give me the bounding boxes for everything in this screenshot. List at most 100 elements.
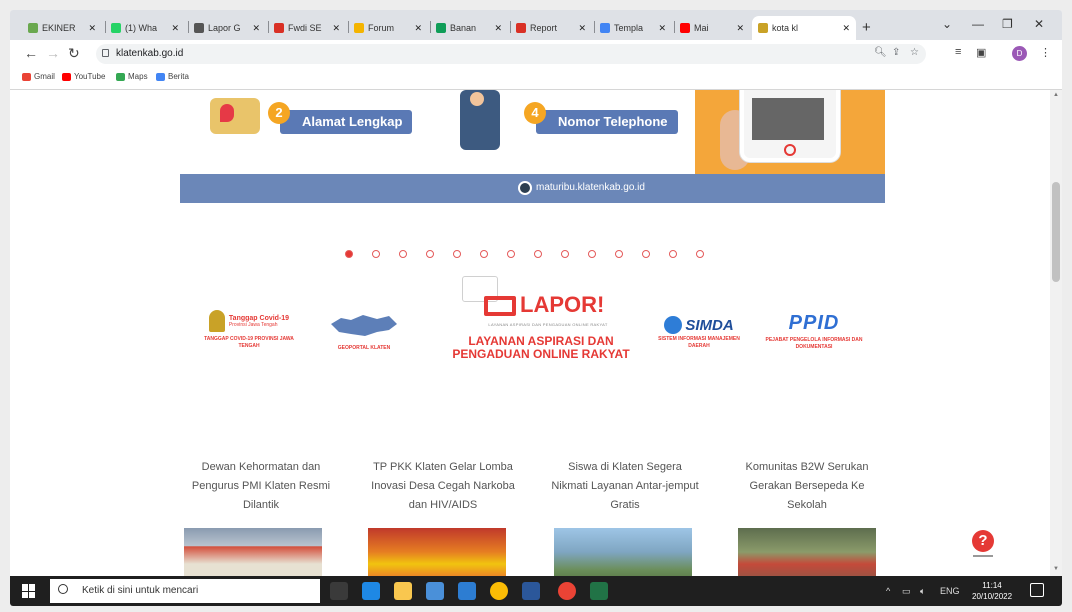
news-item[interactable]: Dewan Kehormatan dan Pengurus PMI Klaten… [186,458,336,515]
bookmark-item[interactable]: Berita [156,72,189,81]
browser-tab[interactable]: Banan ✕ [430,16,508,40]
bookmark-item[interactable]: Gmail [22,72,55,81]
word-icon[interactable] [522,582,540,600]
chrome-icon[interactable] [490,582,508,600]
simda-globe-icon [664,316,683,334]
ppid-wordmark: PPID [788,312,840,334]
carousel-dot[interactable] [588,250,596,258]
carousel-dot[interactable] [696,250,704,258]
news-title[interactable]: Komunitas B2W Serukan Gerakan Bersepeda … [732,458,882,515]
taskbar-search[interactable]: Ketik di sini untuk mencari [50,579,320,603]
tray-chevron-icon[interactable]: ^ [886,586,890,596]
task-view-icon[interactable] [330,582,348,600]
browser-tab[interactable]: Forum ✕ [348,16,428,40]
carousel-dot[interactable] [426,250,434,258]
profile-avatar[interactable]: D [1012,46,1027,61]
news-title[interactable]: Dewan Kehormatan dan Pengurus PMI Klaten… [186,458,336,515]
volume-icon[interactable]: 🔈︎ [920,586,925,597]
browser-tab[interactable]: Report ✕ [510,16,592,40]
browser-tab[interactable]: (1) Wha ✕ [105,16,185,40]
tab-close-icon[interactable]: ✕ [658,23,666,34]
windows-start-icon[interactable] [22,584,36,598]
language-indicator[interactable]: ENG [940,586,960,596]
reload-icon[interactable]: ↻ [68,45,80,62]
news-thumbnail[interactable] [368,528,506,576]
tab-close-icon[interactable]: ✕ [736,23,744,34]
close-window-icon[interactable]: ✕ [1034,17,1044,31]
menu-icon[interactable]: ⋮ [1040,46,1051,59]
tab-close-icon[interactable]: ✕ [414,23,422,34]
news-thumbnail[interactable] [738,528,876,576]
reading-list-icon[interactable]: ≡ [955,46,961,58]
scroll-up-icon[interactable]: ▲ [1053,92,1059,98]
tab-label: Banan [450,23,477,33]
restore-icon[interactable]: ❐ [1002,17,1013,31]
carousel-dot[interactable] [453,250,461,258]
news-title[interactable]: TP PKK Klaten Gelar Lomba Inovasi Desa C… [368,458,518,515]
page-scrollbar[interactable]: ▲ ▼ [1050,90,1062,576]
browser-tab[interactable]: EKINER ✕ [22,16,102,40]
carousel-dot[interactable] [345,250,353,258]
help-button[interactable]: ? [972,530,994,552]
news-thumbnail[interactable] [184,528,322,576]
zoom-icon[interactable]: 🔍︎ [874,47,887,58]
mail-icon[interactable] [458,582,476,600]
forward-icon[interactable]: → [46,45,60,61]
news-item[interactable]: TP PKK Klaten Gelar Lomba Inovasi Desa C… [368,458,518,515]
browser-tab[interactable]: Fwdi SE ✕ [268,16,346,40]
bookmark-item[interactable]: Maps [116,72,148,81]
news-item[interactable]: Siswa di Klaten Segera Nikmati Layanan A… [550,458,700,515]
share-icon[interactable]: ⇪ [892,47,900,58]
covid-logo[interactable]: Tanggap Covid-19 Provinsi Jawa Tengah TA… [196,310,302,350]
address-bar[interactable]: klatenkab.go.id 🔍︎ ⇪ ☆ [96,44,926,64]
carousel-dot[interactable] [615,250,623,258]
browser-tab[interactable]: Mai ✕ [674,16,750,40]
tab-close-icon[interactable]: ✕ [88,23,96,34]
chrome-active-icon[interactable] [558,582,576,600]
minimize-icon[interactable]: — [972,17,984,31]
tab-close-icon[interactable]: ✕ [842,23,850,34]
network-icon[interactable]: ▭ [902,586,911,597]
side-panel-icon[interactable]: ▣ [976,46,986,59]
carousel-dot[interactable] [399,250,407,258]
carousel-dot[interactable] [561,250,569,258]
back-icon[interactable]: ← [24,45,38,61]
carousel-dot[interactable] [507,250,515,258]
scroll-thumb[interactable] [1052,182,1060,282]
simda-wordmark: SIMDA [685,316,734,334]
bookmark-item[interactable]: YouTube [62,72,105,81]
tab-close-icon[interactable]: ✕ [578,23,586,34]
geoportal-logo[interactable]: GEOPORTAL KLATEN [328,310,400,352]
news-item[interactable]: Komunitas B2W Serukan Gerakan Bersepeda … [732,458,882,515]
edge-icon[interactable] [362,582,380,600]
tab-close-icon[interactable]: ✕ [494,23,502,34]
tab-search-icon[interactable]: ⌄ [942,17,952,31]
carousel-dot[interactable] [480,250,488,258]
tab-favicon-icon [274,23,284,33]
carousel-dot[interactable] [534,250,542,258]
browser-tab[interactable]: kota kl ✕ [752,16,856,40]
carousel-dot[interactable] [669,250,677,258]
carousel-dot[interactable] [642,250,650,258]
star-icon[interactable]: ☆ [910,47,919,58]
notification-icon[interactable] [1030,583,1044,597]
covid-caption: TANGGAP COVID-19 PROVINSI JAWA TENGAH [204,336,294,349]
tab-label: Report [530,23,558,33]
new-tab-button[interactable]: + [862,19,871,36]
file-explorer-icon[interactable] [394,582,412,600]
ppid-logo[interactable]: PPID PEJABAT PENGELOLA INFORMASI DAN DOK… [762,312,866,351]
simda-logo[interactable]: SIMDA SISTEM INFORMASI MANAJEMEN DAERAH [650,316,748,350]
excel-icon[interactable] [590,582,608,600]
tab-close-icon[interactable]: ✕ [171,23,179,34]
scroll-down-icon[interactable]: ▼ [1053,566,1059,572]
carousel-dot[interactable] [372,250,380,258]
store-icon[interactable] [426,582,444,600]
news-title[interactable]: Siswa di Klaten Segera Nikmati Layanan A… [550,458,700,515]
tab-close-icon[interactable]: ✕ [332,23,340,34]
tab-close-icon[interactable]: ✕ [252,23,260,34]
clock[interactable]: 11:14 20/10/2022 [972,580,1012,602]
browser-tab[interactable]: Templa ✕ [594,16,672,40]
news-thumbnail[interactable] [554,528,692,576]
browser-tab[interactable]: Lapor G ✕ [188,16,266,40]
maturibu-banner[interactable]: Alamat Lengkap 2 Nomor Telephone 4 matur… [180,90,885,203]
